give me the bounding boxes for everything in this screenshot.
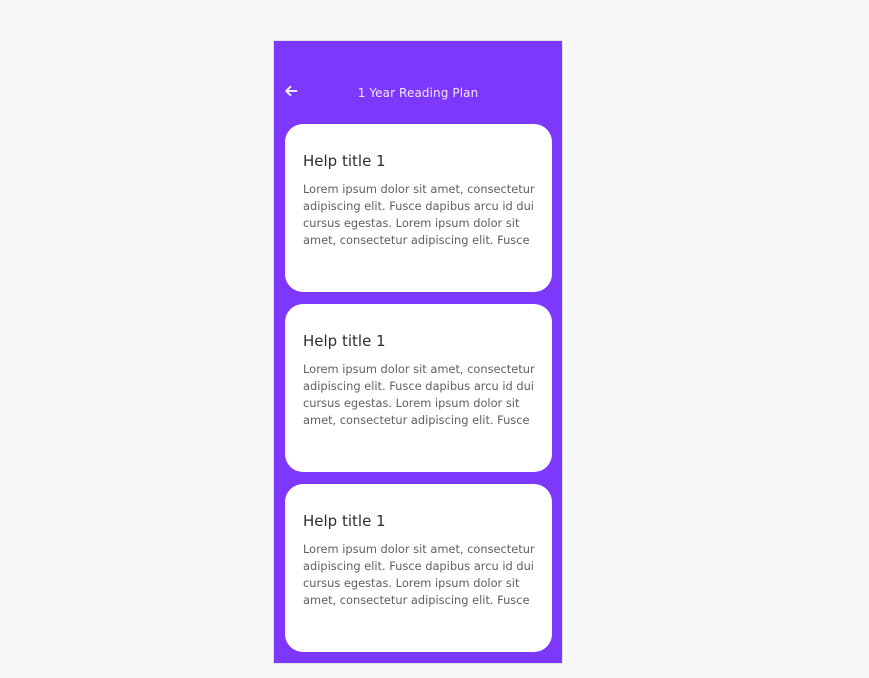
help-card[interactable]: Help title 1 Lorem ipsum dolor sit amet,… bbox=[285, 124, 552, 292]
app-header: 1 Year Reading Plan bbox=[274, 41, 562, 125]
help-card-body: Lorem ipsum dolor sit amet, consectetur … bbox=[303, 182, 535, 247]
help-card-body: Lorem ipsum dolor sit amet, consectetur … bbox=[303, 542, 535, 607]
help-card-title: Help title 1 bbox=[303, 152, 386, 170]
help-card-title: Help title 1 bbox=[303, 332, 386, 350]
page-title: 1 Year Reading Plan bbox=[357, 86, 479, 100]
help-card-title: Help title 1 bbox=[303, 512, 386, 530]
help-card-list: Help title 1 Lorem ipsum dolor sit amet,… bbox=[285, 124, 552, 663]
help-card[interactable]: Help title 1 Lorem ipsum dolor sit amet,… bbox=[285, 484, 552, 652]
help-card-body: Lorem ipsum dolor sit amet, consectetur … bbox=[303, 362, 535, 427]
help-card[interactable]: Help title 1 Lorem ipsum dolor sit amet,… bbox=[285, 304, 552, 472]
phone-screen: 1 Year Reading Plan Help title 1 Lorem i… bbox=[273, 40, 563, 664]
